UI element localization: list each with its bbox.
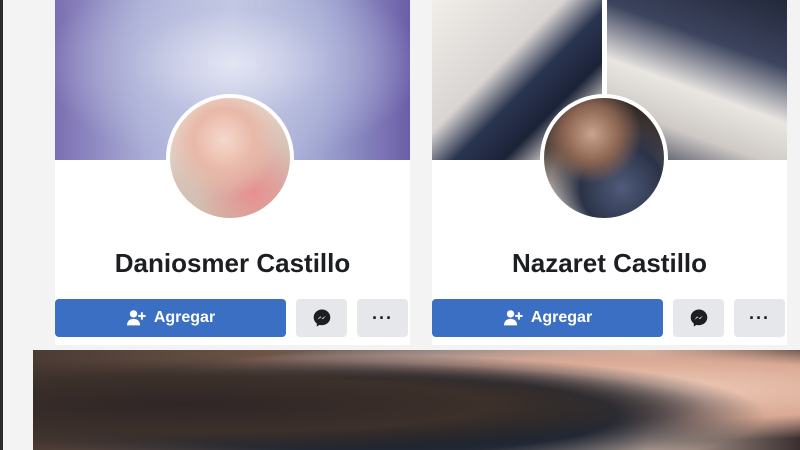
more-options-button[interactable]: ··· <box>734 299 785 337</box>
add-friend-icon <box>126 310 146 326</box>
add-friend-button[interactable]: Agregar <box>55 299 286 337</box>
profile-name[interactable]: Daniosmer Castillo <box>55 248 410 279</box>
add-friend-icon <box>503 310 523 326</box>
profile-card-nazaret: Nazaret Castillo Agregar ··· <box>432 0 787 345</box>
message-button[interactable] <box>673 299 724 337</box>
message-button[interactable] <box>296 299 347 337</box>
left-edge-strip <box>0 0 3 450</box>
profile-name[interactable]: Nazaret Castillo <box>432 248 787 279</box>
messenger-icon <box>313 309 330 327</box>
messenger-icon <box>690 309 707 327</box>
more-dots-icon: ··· <box>749 308 770 328</box>
add-friend-label: Agregar <box>530 309 593 326</box>
avatar-photo <box>544 98 664 218</box>
add-friend-label: Agregar <box>153 309 216 326</box>
add-friend-button[interactable]: Agregar <box>432 299 663 337</box>
profile-card-daniosmer: Daniosmer Castillo Agregar ··· <box>55 0 410 345</box>
post-photo[interactable] <box>33 350 800 450</box>
more-options-button[interactable]: ··· <box>357 299 408 337</box>
avatar-photo <box>170 98 290 218</box>
more-dots-icon: ··· <box>372 308 393 328</box>
avatar[interactable] <box>166 94 294 222</box>
avatar[interactable] <box>540 94 668 222</box>
